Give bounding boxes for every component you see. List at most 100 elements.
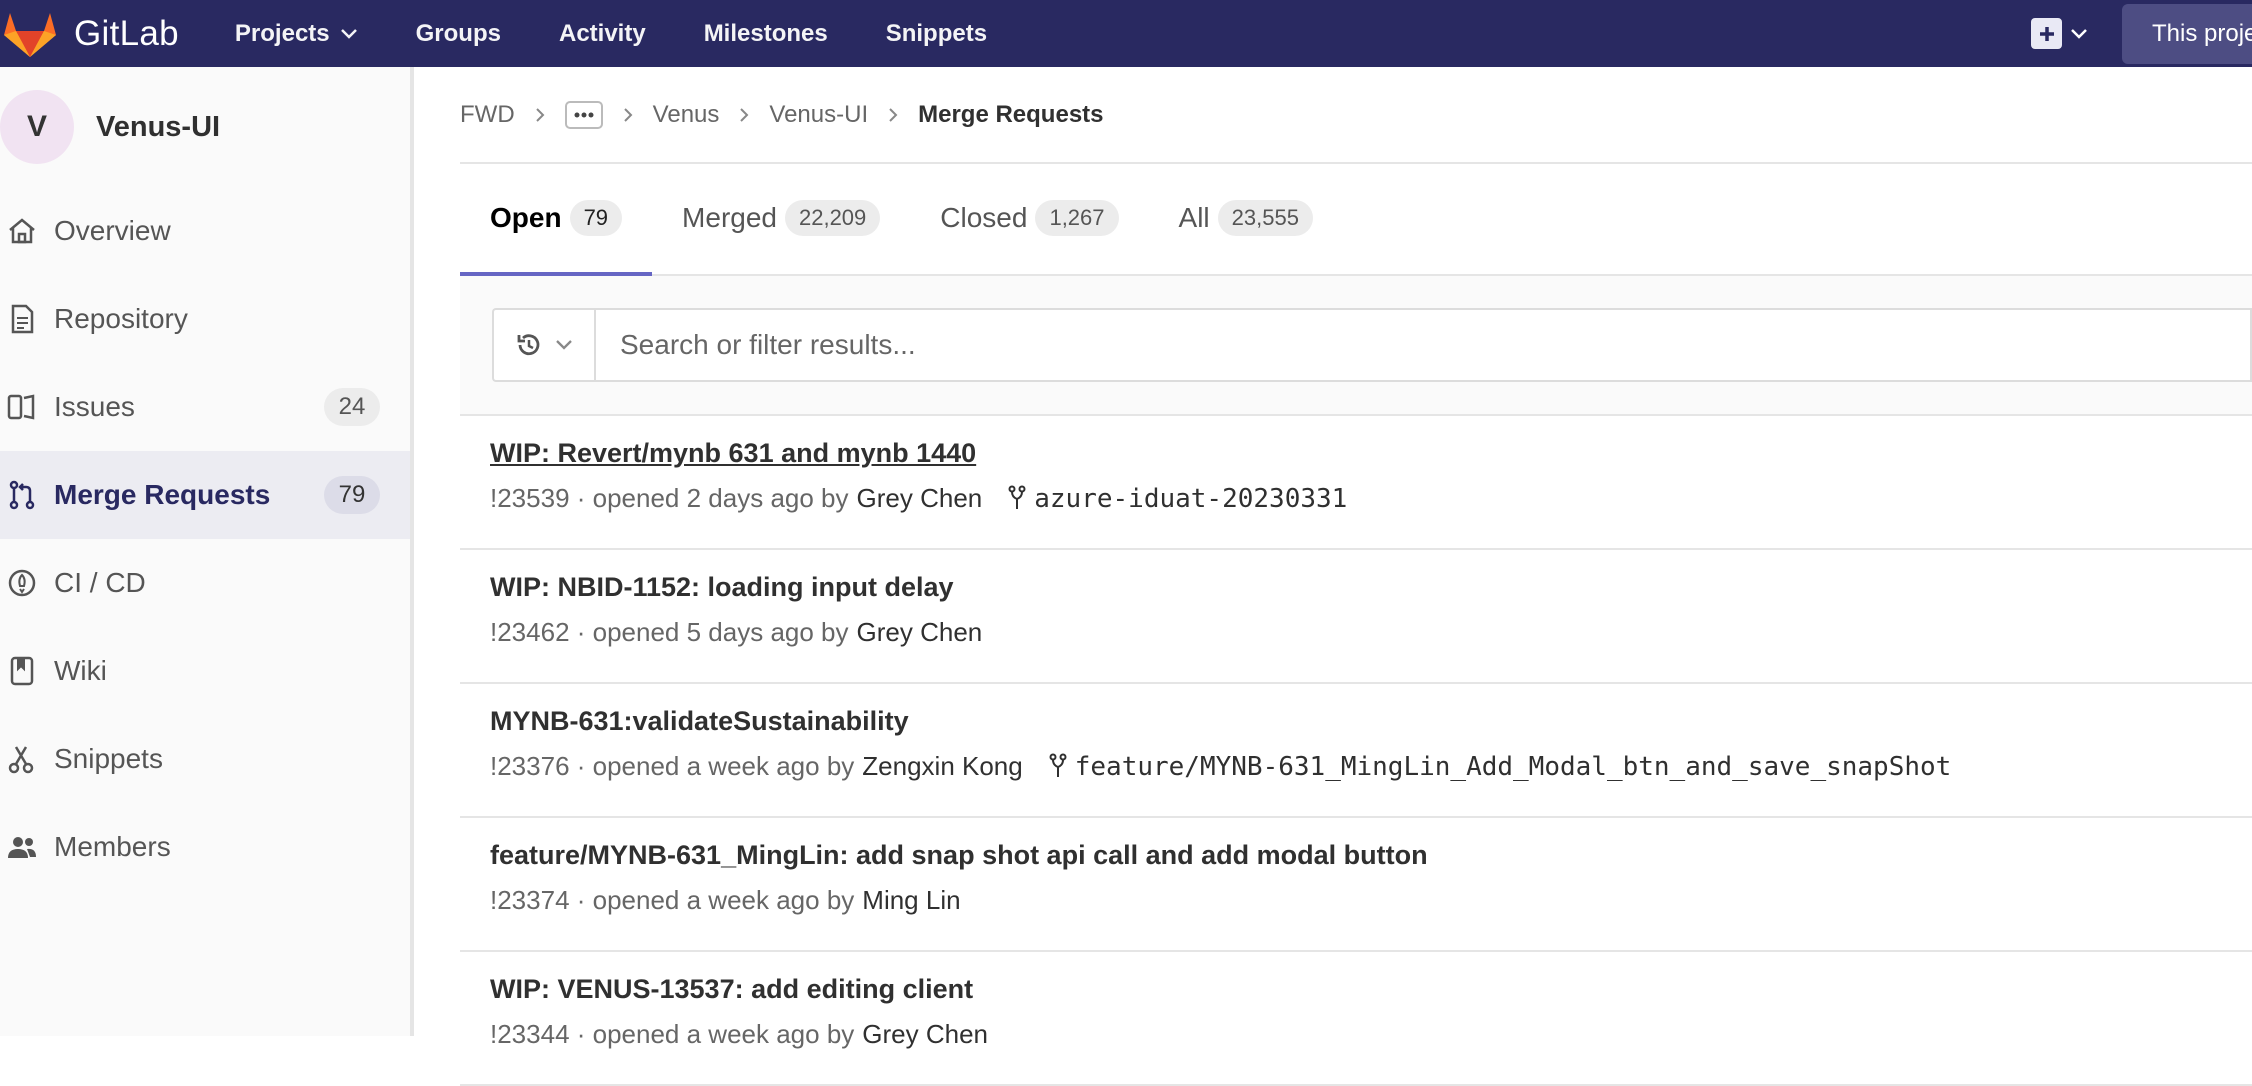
mr-author-link[interactable]: Grey Chen — [862, 1019, 988, 1050]
tab-open[interactable]: Open 79 — [460, 162, 653, 276]
chevron-right-icon — [740, 107, 749, 122]
plus-icon — [2031, 18, 2062, 49]
list-item: feature/MYNB-631_MingLin: add snap shot … — [460, 818, 2252, 952]
chevron-down-icon — [2071, 28, 2087, 39]
filter-search-input[interactable] — [594, 308, 2252, 382]
main-content: FWD Venus Venus-UI Merge Requests Open 7… — [460, 67, 2252, 1086]
mr-title-link[interactable]: WIP: Revert/mynb 631 and mynb 1440 — [490, 438, 976, 469]
sidebar-item-repository[interactable]: Repository — [0, 275, 410, 363]
filter-bar — [460, 276, 2252, 416]
tab-all[interactable]: All 23,555 — [1149, 162, 1343, 274]
gitlab-logo-icon — [4, 12, 56, 57]
chevron-right-icon — [889, 107, 898, 122]
history-icon — [517, 334, 540, 356]
merge-request-list: WIP: Revert/mynb 631 and mynb 1440 !2353… — [460, 416, 2252, 1086]
nav-groups[interactable]: Groups — [416, 20, 501, 48]
rocket-icon — [4, 565, 40, 601]
list-item: WIP: VENUS-13537: add editing client !23… — [460, 952, 2252, 1086]
mr-meta-text: !23344 · opened a week ago by — [490, 1019, 855, 1049]
nav-snippets[interactable]: Snippets — [886, 20, 987, 48]
tab-label: Closed — [940, 202, 1028, 233]
tab-merged[interactable]: Merged 22,209 — [652, 162, 910, 274]
mr-state-tabs: Open 79 Merged 22,209 Closed 1,267 All 2… — [460, 164, 2252, 276]
ellipsis-icon — [574, 112, 594, 117]
sidebar-item-label: CI / CD — [54, 567, 146, 598]
mr-meta: !23374 · opened a week ago by Ming Lin — [490, 885, 2252, 916]
list-item: WIP: Revert/mynb 631 and mynb 1440 !2353… — [460, 416, 2252, 550]
mr-author-link[interactable]: Grey Chen — [857, 483, 983, 514]
nav-projects[interactable]: Projects — [235, 20, 358, 48]
fork-icon — [1049, 753, 1067, 777]
mr-meta-text: !23462 · opened 5 days ago by — [490, 617, 849, 647]
mr-meta-text: !23376 · opened a week ago by — [490, 751, 855, 781]
breadcrumb-venus[interactable]: Venus — [653, 101, 720, 129]
list-item: WIP: NBID-1152: loading input delay !234… — [460, 550, 2252, 684]
issues-icon — [4, 389, 40, 425]
tab-closed[interactable]: Closed 1,267 — [910, 162, 1148, 274]
nav-right: This proje — [2031, 0, 2252, 67]
merge-requests-count-badge: 79 — [324, 476, 380, 514]
mr-author-link[interactable]: Grey Chen — [857, 617, 983, 648]
mr-meta: !23462 · opened 5 days ago by Grey Chen — [490, 617, 2252, 648]
chevron-down-icon — [340, 28, 357, 39]
merge-request-icon — [4, 477, 40, 513]
sidebar-item-label: Repository — [54, 303, 188, 334]
sidebar-item-label: Snippets — [54, 743, 163, 774]
tab-count-badge: 1,267 — [1035, 200, 1119, 236]
mr-target-branch[interactable]: azure-iduat-20230331 — [1008, 484, 1347, 514]
mr-author-link[interactable]: Zengxin Kong — [862, 751, 1022, 782]
sidebar-item-label: Wiki — [54, 655, 107, 686]
nav-activity[interactable]: Activity — [559, 20, 646, 48]
tab-count-badge: 23,555 — [1217, 200, 1313, 236]
mr-title-link[interactable]: WIP: VENUS-13537: add editing client — [490, 974, 973, 1005]
sidebar-item-overview[interactable]: Overview — [0, 187, 410, 275]
brand-name: GitLab — [74, 13, 179, 53]
issues-count-badge: 24 — [324, 388, 380, 426]
chevron-right-icon — [623, 107, 633, 122]
home-icon — [4, 213, 40, 249]
recent-searches-button[interactable] — [492, 308, 594, 382]
sidebar-item-snippets[interactable]: Snippets — [0, 715, 410, 803]
mr-meta: !23376 · opened a week ago by Zengxin Ko… — [490, 751, 2252, 782]
nav-milestones[interactable]: Milestones — [704, 20, 828, 48]
list-item: MYNB-631:validateSustainability !23376 ·… — [460, 684, 2252, 818]
sidebar-item-label: Overview — [54, 215, 171, 246]
breadcrumb: FWD Venus Venus-UI Merge Requests — [460, 67, 2252, 164]
mr-meta: !23344 · opened a week ago by Grey Chen — [490, 1019, 2252, 1050]
doc-icon — [4, 301, 40, 337]
breadcrumb-fwd[interactable]: FWD — [460, 101, 515, 129]
mr-title-link[interactable]: feature/MYNB-631_MingLin: add snap shot … — [490, 840, 1428, 871]
tab-label: All — [1178, 202, 1210, 233]
project-name: Venus-UI — [96, 110, 221, 143]
breadcrumb-venus-ui[interactable]: Venus-UI — [769, 101, 868, 129]
breadcrumb-more-button[interactable] — [564, 100, 603, 129]
chevron-down-icon — [556, 340, 572, 350]
nav-projects-label: Projects — [234, 19, 330, 47]
sidebar-item-merge-requests[interactable]: Merge Requests 79 — [0, 451, 410, 539]
branch-name: feature/MYNB-631_MingLin_Add_Modal_btn_a… — [1074, 751, 1952, 782]
sidebar-item-label: Members — [54, 831, 171, 862]
brand-link[interactable]: GitLab — [0, 0, 179, 67]
chevron-right-icon — [535, 107, 545, 122]
sidebar-item-wiki[interactable]: Wiki — [0, 627, 410, 715]
new-dropdown-button[interactable] — [2031, 18, 2088, 49]
mr-meta: !23539 · opened 2 days ago by Grey Chen … — [490, 483, 2252, 514]
top-navbar: GitLab Projects Groups Activity Mileston… — [0, 0, 2252, 67]
project-header[interactable]: V Venus-UI — [0, 67, 410, 187]
sidebar: V Venus-UI Overview Repository Issues 24… — [0, 67, 414, 1036]
mr-target-branch[interactable]: feature/MYNB-631_MingLin_Add_Modal_btn_a… — [1049, 751, 1952, 782]
search-input[interactable]: This proje — [2122, 3, 2252, 64]
sidebar-item-ci-cd[interactable]: CI / CD — [0, 539, 410, 627]
breadcrumb-current[interactable]: Merge Requests — [918, 101, 1103, 129]
nav-links: Projects Groups Activity Milestones Snip… — [235, 20, 1045, 48]
users-icon — [4, 829, 40, 865]
mr-title-link[interactable]: MYNB-631:validateSustainability — [490, 706, 909, 737]
sidebar-item-issues[interactable]: Issues 24 — [0, 363, 410, 451]
mr-meta-text: !23539 · opened 2 days ago by — [490, 483, 849, 513]
mr-author-link[interactable]: Ming Lin — [862, 885, 960, 916]
sidebar-item-members[interactable]: Members — [0, 803, 410, 891]
sidebar-item-label: Issues — [54, 391, 135, 422]
project-avatar: V — [0, 90, 74, 164]
mr-title-link[interactable]: WIP: NBID-1152: loading input delay — [490, 572, 954, 603]
tab-count-badge: 22,209 — [784, 200, 881, 236]
